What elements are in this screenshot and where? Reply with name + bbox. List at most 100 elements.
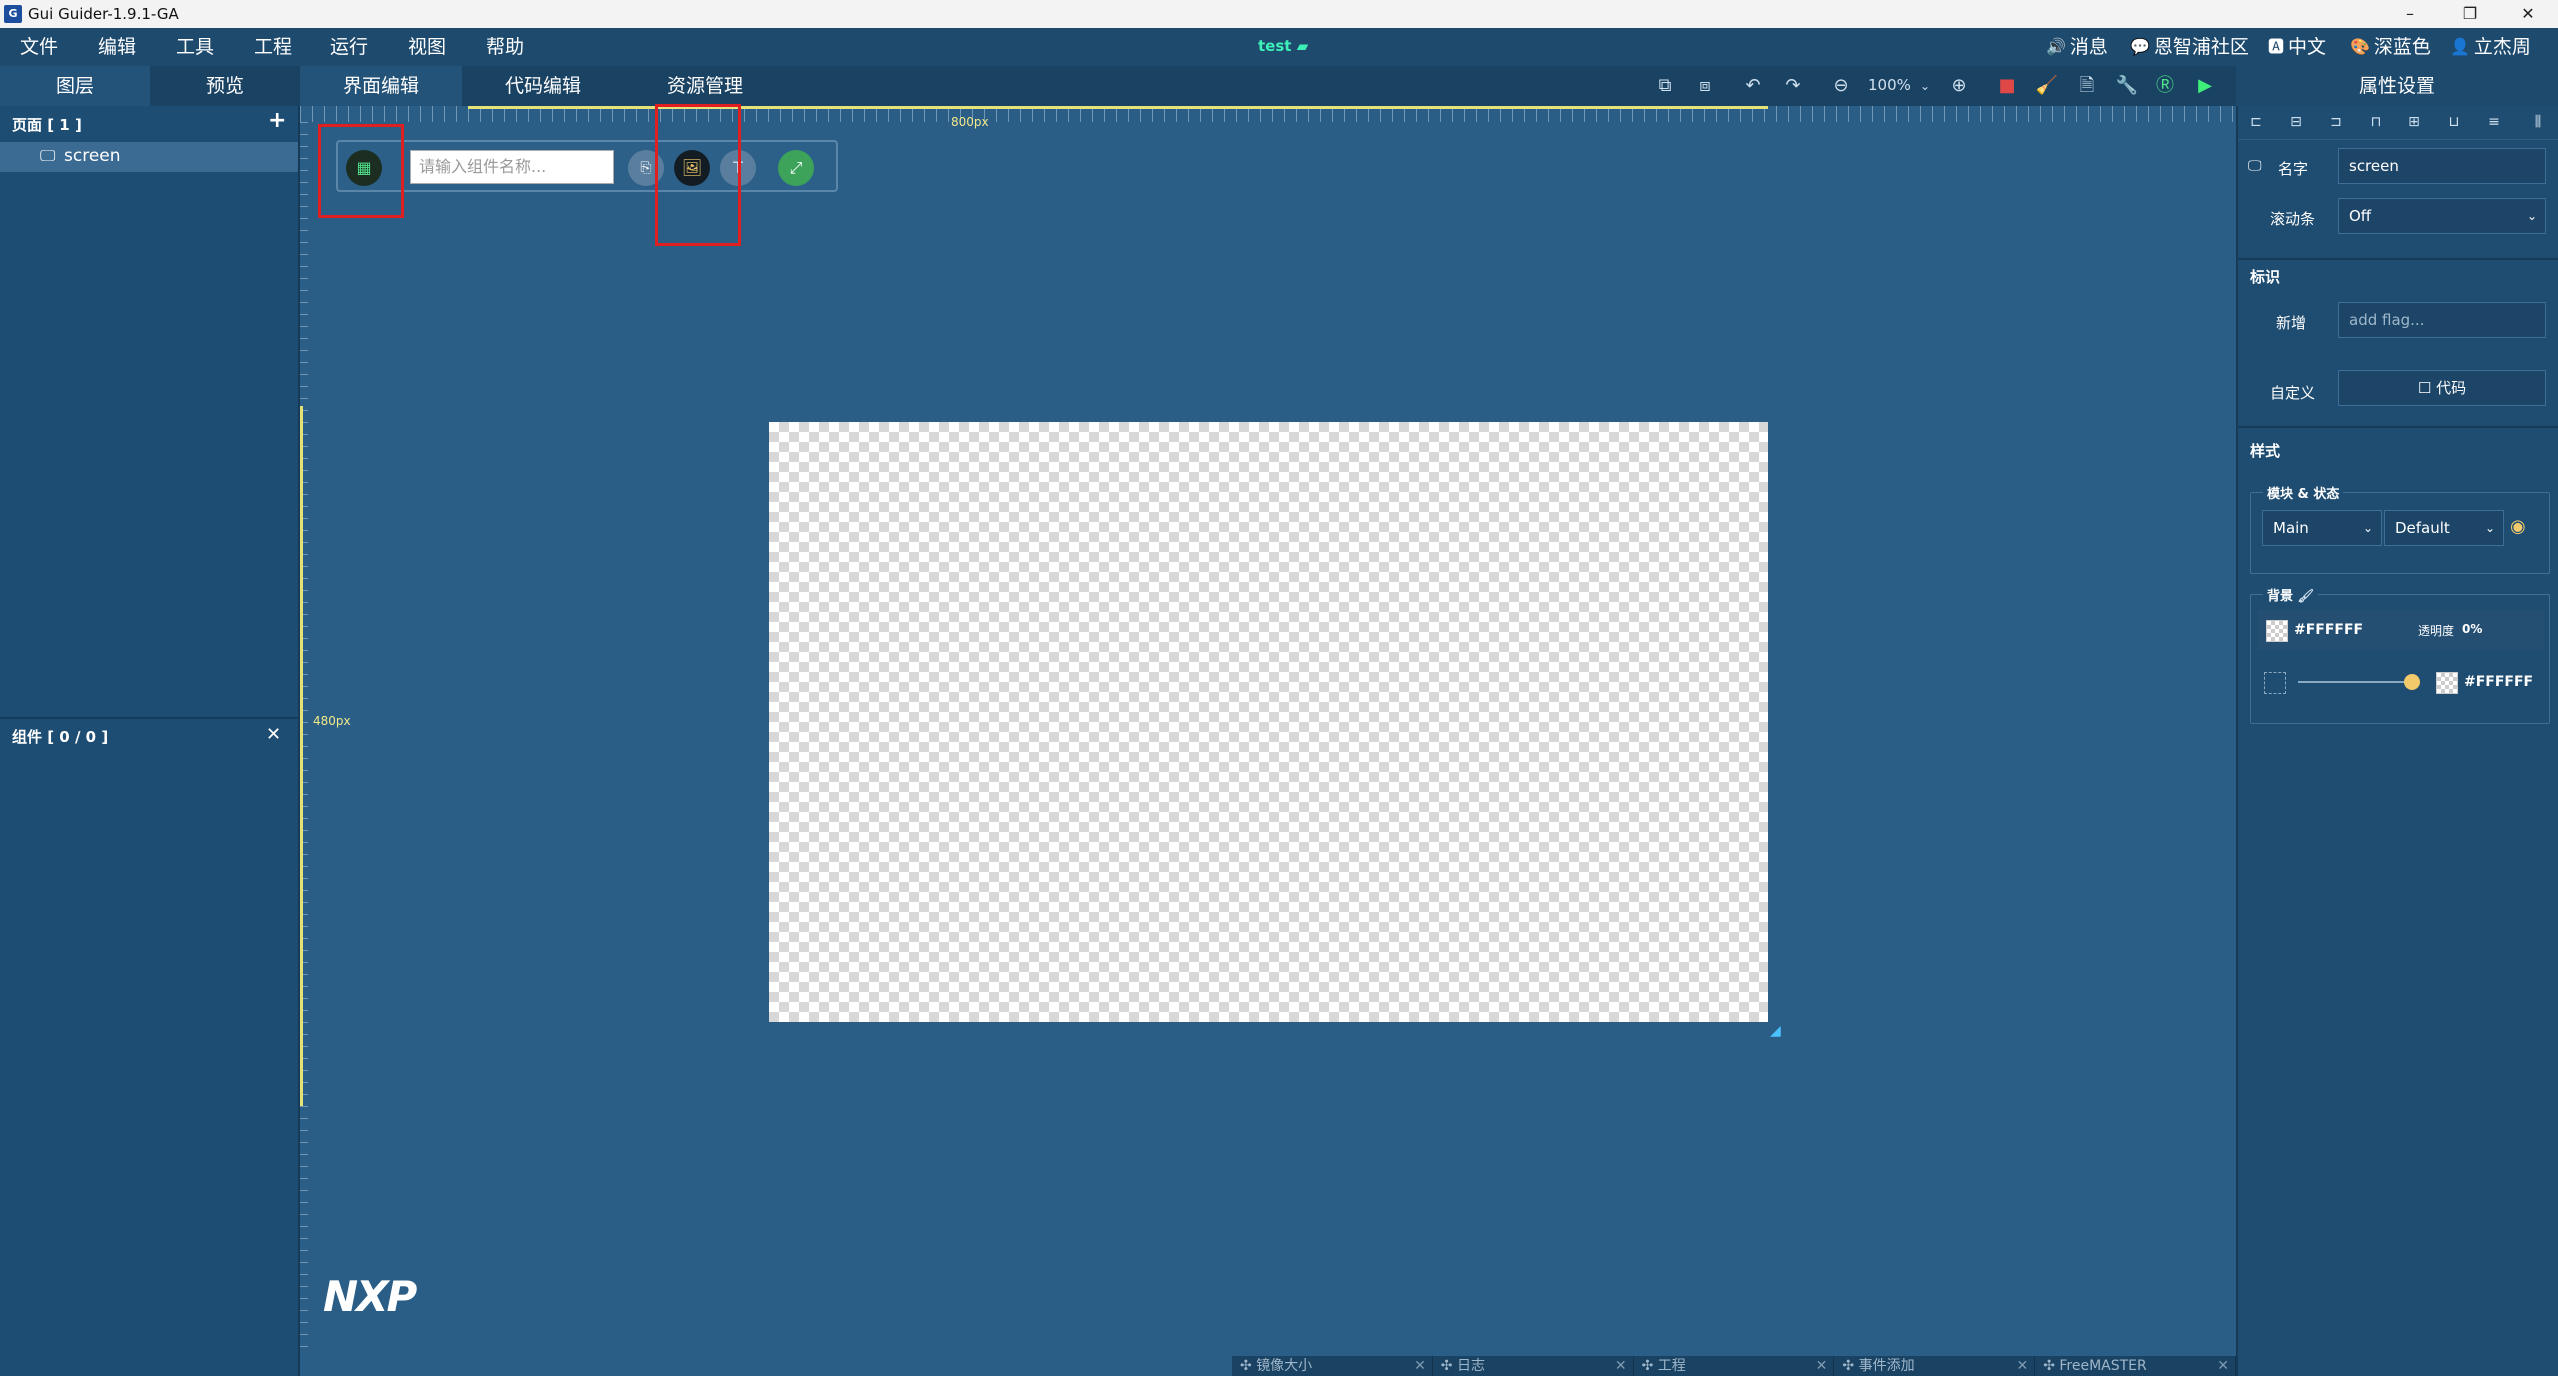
custom-label: 自定义 xyxy=(2270,384,2316,402)
messages-menu[interactable]: 🔊 消息 xyxy=(2046,35,2108,59)
opacity-label: 透明度 xyxy=(2418,624,2455,638)
user-menu[interactable]: 👤 立杰周 xyxy=(2450,35,2531,59)
ruler-left-indicator xyxy=(300,406,303,1106)
palette-icon: 🎨 xyxy=(2350,37,2370,56)
zoom-in-icon[interactable]: ⊕ xyxy=(1946,74,1972,98)
add-flag-label: 新增 xyxy=(2276,314,2307,332)
menu-edit[interactable]: 编辑 xyxy=(98,35,136,59)
tab-resource-manager[interactable]: 资源管理 xyxy=(624,66,786,106)
module-value: Main xyxy=(2273,519,2309,537)
bottom-tab-image-size[interactable]: ✣ 镜像大小 ✕ xyxy=(1232,1356,1433,1376)
background-legend: 背景 🖌 xyxy=(2263,585,2319,604)
widget-search-input[interactable]: 请输入组件名称... xyxy=(410,150,614,184)
chevron-down-icon[interactable]: ⌄ xyxy=(1912,74,1938,98)
flags-section-title: 标识 xyxy=(2250,268,2281,286)
gradient-color-swatch[interactable] xyxy=(2436,672,2458,694)
stop-icon[interactable]: ■ xyxy=(1994,74,2020,98)
tab-preview[interactable]: 预览 xyxy=(150,66,300,106)
menu-view[interactable]: 视图 xyxy=(408,35,446,59)
section-divider xyxy=(2238,258,2558,260)
community-label: 恩智浦社区 xyxy=(2153,36,2249,58)
tab-toolbar-row: 图层 预览 界面编辑 代码编辑 资源管理 ⧉ ⧈ ↶ ↷ ⊖ 100% ⌄ ⊕ … xyxy=(0,66,2558,106)
module-select[interactable]: Main ⌄ xyxy=(2262,510,2382,546)
undo-icon[interactable]: ↶ xyxy=(1740,74,1766,98)
align-top-icon[interactable]: ⊓ xyxy=(2366,114,2386,132)
align-left-icon[interactable]: ⊏ xyxy=(2246,114,2266,132)
menu-bar: 文件 编辑 工具 工程 运行 视图 帮助 test ▰ 🔊 消息 💬 恩智浦社区… xyxy=(0,28,2558,66)
align-middle-icon[interactable]: ⊞ xyxy=(2404,114,2424,132)
collapse-icon[interactable]: ✕ xyxy=(266,724,281,745)
menu-run[interactable]: 运行 xyxy=(330,35,368,59)
left-panel: 页面 [ 1 ] + 🖵 screen 组件 [ 0 / 0 ] ✕ xyxy=(0,106,300,1376)
theme-menu[interactable]: 🎨 深蓝色 xyxy=(2350,35,2431,59)
bottom-tab-project[interactable]: ✣ 工程 ✕ xyxy=(1634,1356,1835,1376)
run-r-icon[interactable]: Ⓡ xyxy=(2152,74,2178,98)
language-menu[interactable]: 🅰 中文 xyxy=(2268,35,2326,59)
name-field[interactable]: screen xyxy=(2338,148,2546,184)
align-center-h-icon[interactable]: ⊟ xyxy=(2286,114,2306,132)
close-button[interactable]: ✕ xyxy=(2498,0,2558,28)
add-flag-input[interactable]: add flag... xyxy=(2338,302,2546,338)
page-item-label: screen xyxy=(64,146,121,166)
gradient-color-value[interactable]: #FFFFFF xyxy=(2464,674,2533,690)
send-back-icon[interactable]: ⧈ xyxy=(1692,74,1718,98)
eye-icon[interactable]: ◉ xyxy=(2510,516,2526,537)
section-divider xyxy=(2238,426,2558,428)
add-page-icon[interactable]: + xyxy=(268,108,286,133)
menu-tools[interactable]: 工具 xyxy=(176,35,214,59)
code-button[interactable]: ☐ 代码 xyxy=(2338,370,2546,406)
align-right-icon[interactable]: ⊐ xyxy=(2326,114,2346,132)
wrench-icon[interactable]: 🔧 xyxy=(2114,74,2140,98)
theme-label: 深蓝色 xyxy=(2373,36,2431,58)
zoom-out-icon[interactable]: ⊖ xyxy=(1828,74,1854,98)
chat-icon: 💬 xyxy=(2130,37,2150,56)
clean-icon[interactable]: 🧹 xyxy=(2034,74,2060,98)
restore-button[interactable]: ❐ xyxy=(2440,0,2500,28)
minimize-button[interactable]: – xyxy=(2380,0,2440,28)
menu-project[interactable]: 工程 xyxy=(254,35,292,59)
app-icon: G xyxy=(4,5,22,23)
screen-preview[interactable] xyxy=(769,422,1768,1022)
run-play-icon[interactable]: ▶ xyxy=(2192,74,2218,98)
bottom-tab-freemaster[interactable]: ✣ FreeMASTER ✕ xyxy=(2035,1356,2236,1376)
community-menu[interactable]: 💬 恩智浦社区 xyxy=(2130,35,2249,59)
bg-color-swatch[interactable] xyxy=(2266,620,2288,642)
tab-ui-editor[interactable]: 界面编辑 xyxy=(300,66,462,106)
messages-label: 消息 xyxy=(2069,36,2108,58)
chevron-down-icon: ⌄ xyxy=(2484,521,2495,535)
project-name: test ▰ xyxy=(1258,37,1308,55)
distribute-v-icon[interactable]: ⫼ xyxy=(2528,114,2548,132)
page-item-screen[interactable]: 🖵 screen xyxy=(0,142,298,172)
widget-toolbar: ▦ 请输入组件名称... ⎘ 🖼 T ⤢ xyxy=(336,140,838,192)
tab-layers[interactable]: 图层 xyxy=(0,66,150,106)
state-value: Default xyxy=(2395,519,2450,537)
redo-icon[interactable]: ↷ xyxy=(1780,74,1806,98)
resize-handle-icon[interactable]: ◢ xyxy=(1770,1024,1784,1038)
state-select[interactable]: Default ⌄ xyxy=(2384,510,2504,546)
language-label: 中文 xyxy=(2288,36,2327,58)
align-bottom-icon[interactable]: ⊔ xyxy=(2444,114,2464,132)
properties-panel: ⊏ ⊟ ⊐ ⊓ ⊞ ⊔ ≡ ⫼ 🖵 名字 screen 滚动条 Off ⌄ 标识… xyxy=(2236,106,2558,1376)
zoom-level[interactable]: 100% xyxy=(1868,76,1911,94)
background-legend-label: 背景 xyxy=(2267,589,2294,604)
gradient-icon[interactable] xyxy=(2264,672,2286,694)
fullscreen-icon[interactable]: ⤢ xyxy=(778,150,814,186)
bottom-tab-log[interactable]: ✣ 日志 ✕ xyxy=(1433,1356,1634,1376)
bottom-tabs: ✣ 镜像大小 ✕ ✣ 日志 ✕ ✣ 工程 ✕ ✣ 事件添加 ✕ ✣ FreeMASTER… xyxy=(1232,1356,2236,1376)
bg-color-value[interactable]: #FFFFFF xyxy=(2294,622,2363,638)
menu-help[interactable]: 帮助 xyxy=(486,35,524,59)
gradient-slider-track[interactable] xyxy=(2298,681,2408,683)
panel-divider xyxy=(0,717,298,719)
menu-file[interactable]: 文件 xyxy=(20,35,58,59)
generate-code-icon[interactable]: 🗎 xyxy=(2074,74,2100,98)
nxp-logo: NXP xyxy=(323,1272,417,1321)
bottom-tab-event-add[interactable]: ✣ 事件添加 ✕ xyxy=(1834,1356,2036,1376)
project-name-label: test xyxy=(1258,37,1292,55)
tab-code-editor[interactable]: 代码编辑 xyxy=(462,66,624,106)
bring-front-icon[interactable]: ⧉ xyxy=(1652,74,1678,98)
distribute-h-icon[interactable]: ≡ xyxy=(2484,114,2504,132)
opacity-value[interactable]: 0% xyxy=(2462,622,2482,636)
user-label: 立杰周 xyxy=(2473,36,2531,58)
gradient-slider-knob[interactable] xyxy=(2404,674,2420,690)
scrollbar-select[interactable]: Off ⌄ xyxy=(2338,198,2546,234)
